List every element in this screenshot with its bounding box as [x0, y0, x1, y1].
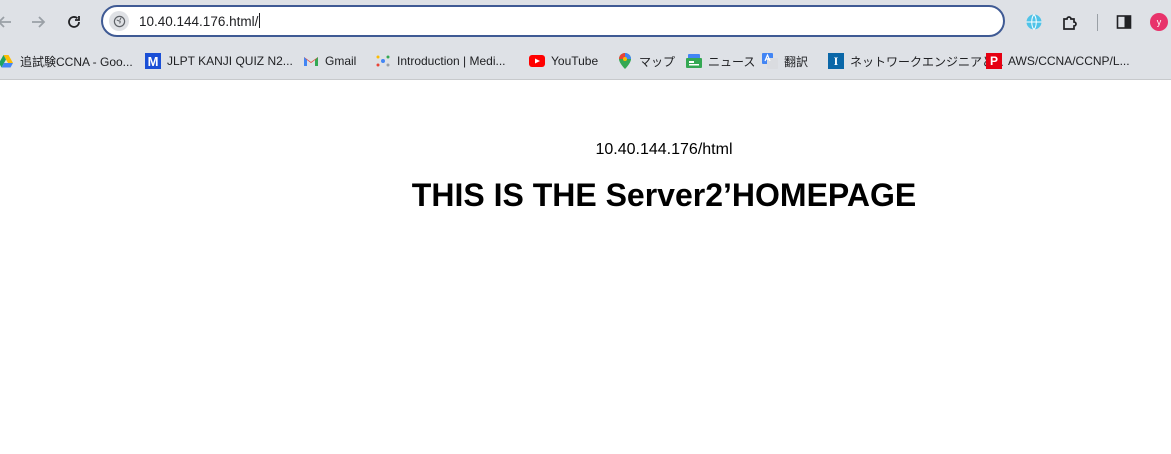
- bookmark-item[interactable]: I ネットワークエンジニアと...: [828, 52, 1004, 70]
- profile-initial: y: [1156, 17, 1162, 27]
- m-logo-icon: M: [145, 53, 161, 69]
- page-content: 10.40.144.176/html THIS IS THE Server2’H…: [0, 81, 1171, 454]
- i-logo-icon: I: [828, 53, 844, 69]
- mediapipe-icon: [375, 53, 391, 69]
- bookmark-label: AWS/CCNA/CCNP/L...: [1008, 54, 1130, 68]
- bookmark-label: マップ: [639, 54, 676, 69]
- bookmark-item[interactable]: マップ: [617, 52, 675, 70]
- toolbar-divider: [1097, 14, 1098, 31]
- page-subheading: 10.40.144.176/html: [595, 141, 733, 158]
- translate-page-button[interactable]: [1022, 10, 1046, 34]
- forward-button[interactable]: [25, 9, 51, 35]
- bookmark-item[interactable]: 追試験CCNA - Goo...: [0, 52, 133, 70]
- bookmark-label: JLPT KANJI QUIZ N2...: [167, 54, 293, 68]
- side-panel-button[interactable]: [1112, 10, 1136, 34]
- bookmark-item[interactable]: ニュース: [686, 52, 755, 70]
- bookmark-item[interactable]: Gmail: [303, 52, 356, 70]
- extensions-button[interactable]: [1058, 10, 1082, 34]
- translate-icon: [762, 53, 778, 69]
- url-text[interactable]: 10.40.144.176.html/: [139, 13, 261, 29]
- bookmarks-bar: 追試験CCNA - Goo... M JLPT KANJI QUIZ N2...…: [0, 44, 1171, 80]
- reload-icon: [68, 16, 80, 28]
- maps-icon: [617, 53, 633, 69]
- page-title: THIS IS THE Server2’HOMEPAGE: [411, 177, 917, 213]
- side-panel-icon: [1116, 15, 1132, 29]
- p-logo-icon: P: [986, 53, 1002, 69]
- bookmark-label: 追試験CCNA - Goo...: [20, 54, 133, 69]
- bookmark-label: Introduction | Medi...: [397, 54, 506, 68]
- bookmark-label: Gmail: [325, 54, 357, 68]
- bookmark-item[interactable]: Introduction | Medi...: [375, 52, 506, 70]
- text-cursor: [259, 13, 261, 28]
- bookmark-label: 翻訳: [784, 54, 809, 69]
- back-arrow-icon: [0, 16, 11, 28]
- google-drive-icon: [0, 53, 14, 69]
- back-button[interactable]: [0, 9, 18, 35]
- bookmark-label: YouTube: [551, 54, 599, 68]
- youtube-icon: [529, 53, 545, 69]
- gmail-icon: [303, 53, 319, 69]
- bookmark-item[interactable]: YouTube: [529, 52, 598, 70]
- reload-button[interactable]: [61, 9, 87, 35]
- forward-arrow-icon: [32, 16, 46, 28]
- bookmark-item[interactable]: M JLPT KANJI QUIZ N2...: [145, 52, 293, 70]
- news-icon: [686, 53, 702, 69]
- bookmark-item[interactable]: 翻訳: [762, 52, 808, 70]
- profile-avatar[interactable]: y: [1150, 13, 1168, 31]
- globe-icon: [1026, 14, 1042, 30]
- browser-toolbar: 10.40.144.176.html/ y: [0, 0, 1171, 44]
- site-info-icon[interactable]: [109, 11, 129, 31]
- address-bar[interactable]: 10.40.144.176.html/: [101, 5, 1005, 37]
- bookmark-label: ネットワークエンジニアと...: [850, 54, 1004, 69]
- puzzle-piece-icon: [1063, 16, 1077, 30]
- bookmark-label: ニュース: [708, 54, 756, 69]
- bookmark-item[interactable]: P AWS/CCNA/CCNP/L...: [986, 52, 1130, 70]
